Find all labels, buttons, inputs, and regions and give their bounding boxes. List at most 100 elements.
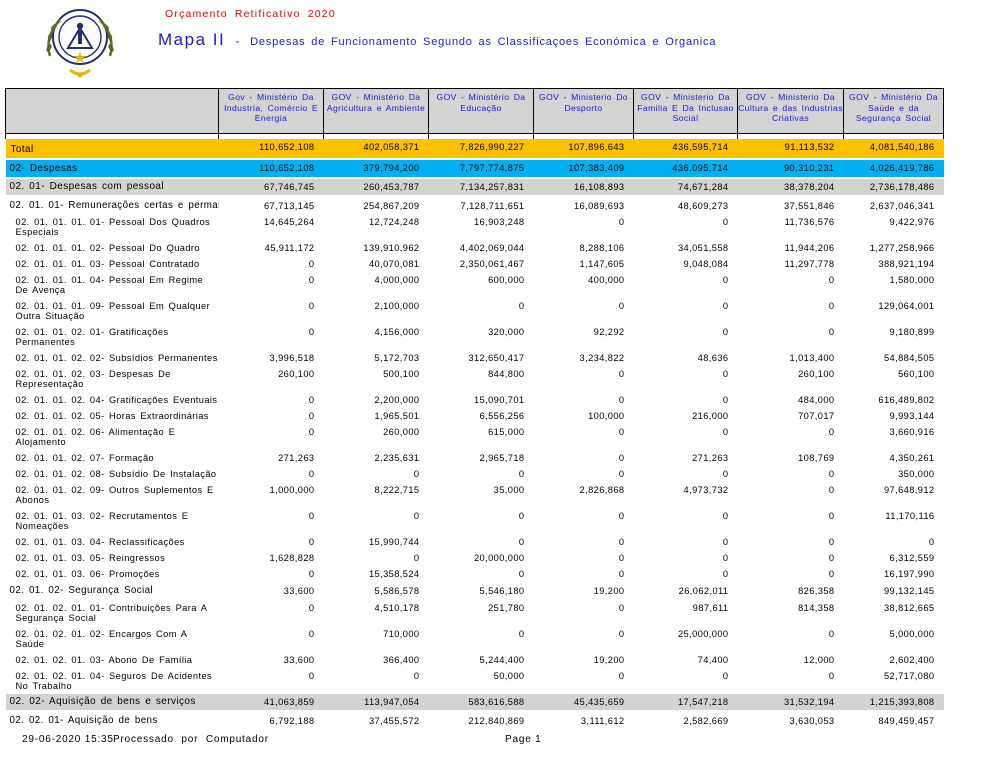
row-label: 02. 01. 02. 01. 03- Abono De Família <box>15 654 193 665</box>
table-row: 02. 01. 01. 02. 07- Formação 271,263 2,235… <box>6 450 944 466</box>
column-header: GOV - Ministério Da Educação <box>428 88 534 134</box>
table-row: 02. 01- Despesas com pessoal 67,746,745 26… <box>5 177 944 197</box>
cell-value: 11,736,576 <box>784 216 835 227</box>
row-label: 02. 01- Despesas com pessoal <box>5 177 219 197</box>
cell-value: 260,100 <box>798 368 835 379</box>
cell-value: 2,200,000 <box>374 394 420 405</box>
cell-value: 0 <box>518 300 525 311</box>
cell-value: 45,435,659 <box>533 693 634 712</box>
table-row: 02. 01. 01. 02. 01- Gratificações Perman… <box>6 324 944 350</box>
cell-value: 3,996,518 <box>269 352 315 363</box>
footer-processed-by: Processado por Computador <box>113 734 269 745</box>
cell-value: 1,147,605 <box>579 258 625 269</box>
cell-value: 54,884,505 <box>883 352 935 363</box>
cell-value: 0 <box>828 468 835 479</box>
table-row: 02. 02- Aquisição de bens e serviços 41,0… <box>5 693 944 712</box>
cell-value: 0 <box>722 426 729 437</box>
cell-value: 4,350,261 <box>889 452 935 463</box>
cell-value: 379,794,200 <box>323 158 429 179</box>
cell-value: 400,000 <box>588 274 625 285</box>
cell-value: 0 <box>722 216 729 227</box>
table-row: 02. 01. 01. 01. 01- Pessoal Dos Quadros … <box>6 214 944 240</box>
cell-value: 129,064,001 <box>878 300 935 311</box>
cell-value: 0 <box>618 452 625 463</box>
row-label: Total <box>5 138 219 160</box>
row-label: 02. 01. 01. 01. 04- Pessoal Em Regime De… <box>15 274 204 295</box>
cell-value: 0 <box>618 468 625 479</box>
cell-value: 0 <box>828 274 835 285</box>
cell-value: 0 <box>308 468 315 479</box>
cell-value: 0 <box>308 258 315 269</box>
row-header-cell <box>5 88 219 134</box>
cell-value: 350,000 <box>898 468 935 479</box>
row-label: 02. 01. 01. 02. 06- Alimentação E Alojam… <box>15 426 176 447</box>
cell-value: 616,489,802 <box>878 394 935 405</box>
cell-value: 583,616,588 <box>428 693 534 712</box>
cell-value: 849,459,457 <box>878 715 935 726</box>
cell-value: 0 <box>618 552 625 563</box>
row-label: 02- Despesas <box>5 158 219 179</box>
cell-value: 5,000,000 <box>889 628 935 639</box>
row-label: 02. 01. 01. 03. 04- Reclassificações <box>15 536 185 547</box>
cell-value: 1,215,393,808 <box>843 693 944 712</box>
cell-value: 251,780 <box>488 602 525 613</box>
cell-value: 260,000 <box>383 426 420 437</box>
table-row: Total 110,652,108 402,058,371 7,826,990,227… <box>5 138 944 160</box>
cell-value: 2,637,046,341 <box>869 200 935 211</box>
cell-value: 2,350,061,467 <box>459 258 525 269</box>
cell-value: 0 <box>413 670 420 681</box>
cell-value: 0 <box>828 326 835 337</box>
cell-value: 0 <box>618 394 625 405</box>
cell-value: 0 <box>308 326 315 337</box>
cell-value: 15,090,701 <box>473 394 525 405</box>
table-row: 02. 01. 01. 02. 04- Gratificações Eventu… <box>6 392 944 408</box>
column-header: GOV - Ministério Da Saúde e da Segurança… <box>843 88 944 134</box>
cell-value: 0 <box>828 552 835 563</box>
cell-value: 0 <box>308 536 315 547</box>
map-separator: - <box>235 34 240 48</box>
map-subtitle: Despesas de Funcionamento Segundo as Cla… <box>250 36 717 48</box>
row-label: 02. 01. 01. 02. 09- Outros Suplementos E… <box>15 484 214 505</box>
row-label: 02. 01. 02. 01. 01- Contribuições Para A… <box>15 602 207 623</box>
cell-value: 67,746,745 <box>218 177 324 197</box>
cell-value: 0 <box>308 510 315 521</box>
cell-value: 388,921,194 <box>878 258 935 269</box>
cell-value: 0 <box>722 394 729 405</box>
row-label: 02. 01. 01. 01. 01- Pessoal Dos Quadros … <box>15 216 211 237</box>
row-label: 02. 01. 01. 03. 02- Recrutamentos E Nome… <box>15 510 189 531</box>
table-row: 02. 01. 01. 02. 05- Horas Extraordinária… <box>6 408 944 424</box>
cell-value: 5,244,400 <box>479 654 525 665</box>
cell-value: 0 <box>308 394 315 405</box>
row-label: 02. 01. 01. 01. 02- Pessoal Do Quadro <box>15 242 200 253</box>
cell-value: 0 <box>828 426 835 437</box>
report-page: Orçamento Retificativo 2020 Mapa II - De… <box>0 0 1000 773</box>
cell-value: 402,058,371 <box>323 138 429 160</box>
cell-value: 0 <box>518 510 525 521</box>
cell-value: 45,911,172 <box>264 242 315 253</box>
cell-value: 615,000 <box>488 426 525 437</box>
footer-timestamp: 29-06-2020 15:35 <box>22 734 114 745</box>
cell-value: 4,026,419,786 <box>843 158 944 179</box>
cell-value: 320,000 <box>488 326 525 337</box>
cell-value: 37,455,572 <box>368 715 420 726</box>
cell-value: 707,017 <box>798 410 835 421</box>
cell-value: 6,556,256 <box>479 410 525 421</box>
cell-value: 0 <box>618 510 625 521</box>
table-row: 02. 01. 02. 01. 04- Seguros De Acidentes… <box>6 668 944 694</box>
cell-value: 0 <box>722 536 729 547</box>
table-row: 02. 01. 01. 03. 02- Recrutamentos E Nome… <box>6 508 944 534</box>
cell-value: 19,200 <box>593 654 625 665</box>
cell-value: 8,222,715 <box>374 484 420 495</box>
cell-value: 0 <box>618 426 625 437</box>
cell-value: 16,903,248 <box>473 216 525 227</box>
cell-value: 366,400 <box>383 654 420 665</box>
cell-value: 600,000 <box>488 274 525 285</box>
document-title: Orçamento Retificativo 2020 <box>165 8 336 20</box>
cell-value: 0 <box>722 300 729 311</box>
cell-value: 0 <box>722 568 729 579</box>
table-row: 02- Despesas 110,652,108 379,794,200 7,797,… <box>5 158 944 179</box>
row-label: 02. 01. 02. 01. 02- Encargos Com A Saúde <box>15 628 187 649</box>
row-label: 02. 01. 01. 01. 09- Pessoal Em Qualquer … <box>15 300 211 321</box>
table-row: 02. 01. 01. 02. 03- Despesas De Represen… <box>6 366 944 392</box>
cell-value: 826,358 <box>798 585 835 596</box>
